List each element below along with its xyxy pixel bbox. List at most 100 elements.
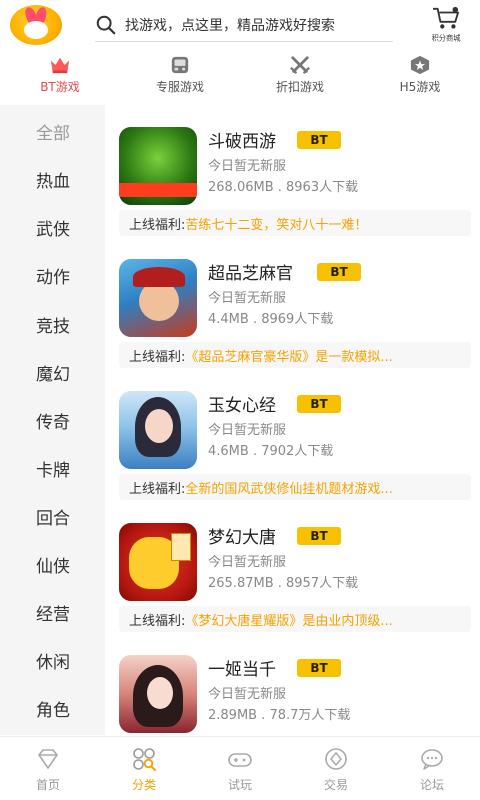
game-icon[interactable] [119,655,197,733]
launch-perk: 上线福利: 《超品芝麻官豪华版》是一款模拟... [119,342,471,368]
perk-text: 全新的国风武侠修仙挂机题材游戏... [185,481,393,497]
bt-badge: BT [297,527,341,545]
game-name: 一姬当千 [208,660,276,680]
game-meta: 4.4MB . 8969人下载 [208,312,334,327]
search-icon [96,15,116,34]
tab-exclusive-games[interactable]: 专服游戏 [120,55,240,97]
game-icon[interactable] [119,523,197,601]
category-item-card[interactable]: 卡牌 [0,456,105,481]
tab-label: H5游戏 [399,80,441,94]
nav-home[interactable]: 首页 [0,737,96,800]
game-icon-face [147,677,173,709]
game-meta: 268.06MB . 8963人下载 [208,180,359,195]
launch-perk: 上线福利: 全新的国风武侠修仙挂机题材游戏... [119,474,471,500]
bt-badge: BT [297,659,341,677]
game-status: 今日暂无新服 [208,687,287,702]
nav-label: 首页 [35,778,60,792]
nav-label: 分类 [131,778,156,792]
game-status: 今日暂无新服 [208,159,287,174]
chat-icon [421,749,443,770]
nav-category[interactable]: 分类 [96,737,192,800]
game-list: 斗破西游 BT 今日暂无新服 268.06MB . 8963人下载 上线福利: … [105,115,480,735]
category-item-all[interactable]: 全部 [0,119,105,144]
category-item-action[interactable]: 动作 [0,263,105,288]
game-name: 超品芝麻官 [208,264,293,284]
category-item-casual[interactable]: 休闲 [0,648,105,673]
category-item-xianxia[interactable]: 仙侠 [0,552,105,577]
cart-icon [433,6,460,29]
tab-label: 专服游戏 [155,80,204,94]
perk-text: 《超品芝麻官豪华版》是一款模拟... [185,349,393,365]
gamepad-icon [171,56,189,74]
game-name: 梦幻大唐 [208,528,276,548]
game-card[interactable]: 斗破西游 BT 今日暂无新服 268.06MB . 8963人下载 上线福利: … [105,115,480,243]
search-placeholder: 找游戏，点这里，精品游戏好搜索 [125,17,335,34]
category-item-rpg[interactable]: 角色 [0,696,105,721]
game-card[interactable]: 玉女心经 BT 今日暂无新服 4.6MB . 7902人下载 上线福利: 全新的… [105,379,480,507]
nav-trial[interactable]: 试玩 [192,737,288,800]
game-card[interactable]: 超品芝麻官 BT 今日暂无新服 4.4MB . 8969人下载 上线福利: 《超… [105,247,480,375]
game-status: 今日暂无新服 [208,423,287,438]
game-meta: 4.6MB . 7902人下载 [208,444,334,459]
game-icon-hat [133,267,185,287]
game-meta: 265.87MB . 8957人下载 [208,576,359,591]
category-icon [133,748,156,771]
points-mall-label: 积分商城 [431,34,461,43]
tab-label: BT游戏 [40,80,80,94]
game-icon-tag [171,533,191,561]
game-type-tabs: BT游戏 专服游戏 折扣游戏 H5游戏 [0,55,480,97]
trade-icon [325,748,347,770]
category-item-competitive[interactable]: 竞技 [0,312,105,337]
category-item-fantasy[interactable]: 魔幻 [0,360,105,385]
nav-forum[interactable]: 论坛 [384,737,480,800]
crossed-swords-icon [290,56,310,74]
points-mall-button[interactable]: 积分商城 [424,6,468,46]
game-icon[interactable] [119,127,197,205]
tab-discount-games[interactable]: 折扣游戏 [240,55,360,97]
app-header: 找游戏，点这里，精品游戏好搜索 积分商城 [0,0,480,50]
tab-bt-games[interactable]: BT游戏 [0,55,120,97]
category-item-turn-based[interactable]: 回合 [0,504,105,529]
launch-perk: 上线福利: 苦练七十二变，笑对八十一难！ [119,210,471,236]
bottom-nav: 首页 分类 试玩 交易 论坛 [0,736,480,800]
nav-label: 交易 [323,778,348,792]
game-card[interactable]: 一姬当千 BT 今日暂无新服 2.89MB . 78.7万人下载 [105,643,480,735]
diamond-icon [38,749,58,769]
perk-label: 上线福利: [129,613,186,629]
hexagon-star-icon [410,55,430,75]
launch-perk: 上线福利: 《梦幻大唐星耀版》是由业内顶级... [119,606,471,632]
perk-label: 上线福利: [129,349,186,365]
game-icon-face [139,281,179,321]
bt-badge: BT [297,395,341,413]
game-icon[interactable] [119,391,197,469]
perk-text: 《梦幻大唐星耀版》是由业内顶级... [185,613,393,629]
perk-text: 苦练七十二变，笑对八十一难！ [185,217,368,233]
bt-badge: BT [297,131,341,149]
category-item-hotblood[interactable]: 热血 [0,167,105,192]
game-status: 今日暂无新服 [208,555,287,570]
controller-icon [228,753,252,767]
game-meta: 2.89MB . 78.7万人下载 [208,708,351,723]
perk-label: 上线福利: [129,481,186,497]
game-icon-banner [119,183,197,197]
nav-label: 试玩 [227,778,252,792]
game-name: 斗破西游 [208,132,276,152]
tab-label: 折扣游戏 [275,80,324,94]
app-logo[interactable] [10,5,62,45]
game-status: 今日暂无新服 [208,291,287,306]
game-card[interactable]: 梦幻大唐 BT 今日暂无新服 265.87MB . 8957人下载 上线福利: … [105,511,480,639]
category-item-management[interactable]: 经营 [0,600,105,625]
nav-trade[interactable]: 交易 [288,737,384,800]
nav-label: 论坛 [419,778,444,792]
category-item-wuxia[interactable]: 武侠 [0,215,105,240]
category-sidebar: 全部 热血 武侠 动作 竞技 魔幻 传奇 卡牌 回合 仙侠 经营 休闲 角色 [0,105,105,735]
perk-label: 上线福利: [129,217,186,233]
game-icon-face [145,409,173,443]
tab-h5-games[interactable]: H5游戏 [360,55,480,97]
game-name: 玉女心经 [208,396,276,416]
search-bar[interactable]: 找游戏，点这里，精品游戏好搜索 [95,8,393,42]
category-item-legend[interactable]: 传奇 [0,408,105,433]
bt-badge: BT [317,263,361,281]
crown-icon [50,57,70,74]
game-icon[interactable] [119,259,197,337]
